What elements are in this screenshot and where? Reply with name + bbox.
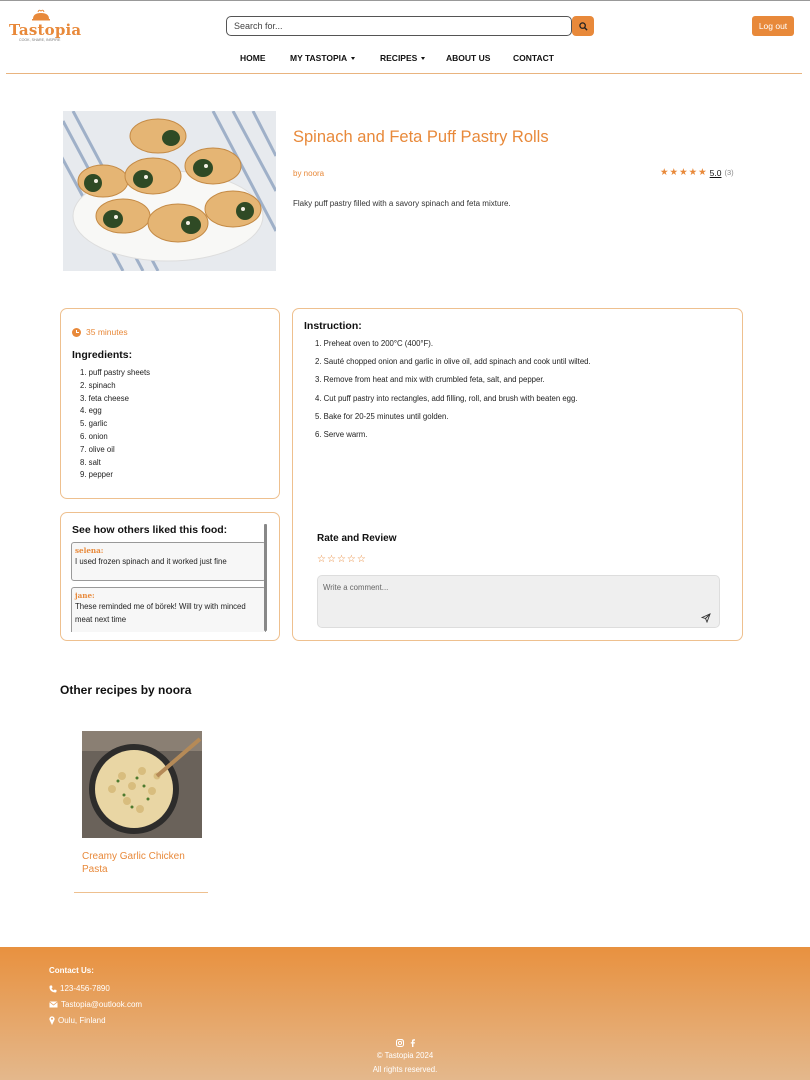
reviews-list[interactable]: selena: I used frozen spinach and it wor…: [71, 542, 268, 632]
rating-value-link[interactable]: 5.0: [710, 168, 722, 178]
ingredient-item: 6. onion: [80, 431, 108, 441]
nav-divider: [6, 73, 802, 74]
rate-review-heading: Rate and Review: [317, 533, 397, 544]
ingredient-item: 5. garlic: [80, 419, 108, 429]
star-icon: ★: [698, 167, 707, 178]
ingredient-item: 7. olive oil: [80, 444, 115, 454]
contact-phone-text: 123-456-7890: [60, 984, 110, 993]
ingredients-list: 1. puff pastry sheets 2. spinach 3. feta…: [80, 367, 150, 482]
reviews-card: See how others liked this food: selena: …: [60, 512, 280, 641]
instruction-step: 3. Remove from heat and mix with crumble…: [315, 375, 545, 385]
site-logo[interactable]: Tastopia COOK, SHARE, INSPIRE: [9, 9, 81, 43]
nav-my-tastopia[interactable]: MY TASTOPIA: [290, 53, 356, 63]
star-icon: ★: [660, 167, 669, 178]
reviews-heading: See how others liked this food:: [72, 524, 228, 536]
logo-text: Tastopia: [9, 21, 82, 39]
contact-location: Oulu, Finland: [49, 1016, 106, 1025]
phone-icon: [49, 985, 57, 992]
nav-home[interactable]: HOME: [240, 53, 266, 63]
instagram-icon[interactable]: [396, 1039, 404, 1047]
recipe-card[interactable]: Creamy Garlic Chicken Pasta: [74, 719, 208, 893]
review-text: These reminded me of börek! Will try wit…: [75, 602, 246, 624]
cook-time: 35 minutes: [72, 327, 128, 337]
instruction-step: 6. Serve warm.: [315, 429, 368, 439]
main-nav: HOME MY TASTOPIA RECIPES ABOUT US CONTAC…: [0, 53, 810, 65]
copyright: © Tastopia 2024: [376, 1051, 434, 1060]
reviews-scrollbar[interactable]: [264, 524, 267, 631]
other-recipes-heading: Other recipes by noora: [60, 683, 192, 697]
star-outline-icon[interactable]: ☆: [327, 554, 336, 565]
nav-about[interactable]: ABOUT US: [446, 53, 490, 63]
nav-recipes[interactable]: RECIPES: [380, 53, 426, 63]
star-icon: ★: [688, 167, 698, 178]
contact-email-text: Tastopia@outlook.com: [61, 1000, 143, 1009]
contact-email: Tastopia@outlook.com: [49, 1000, 142, 1009]
recipe-description: Flaky puff pastry filled with a savory s…: [293, 199, 511, 208]
map-pin-icon: [49, 1016, 55, 1025]
comment-input[interactable]: [317, 575, 720, 628]
ingredient-item: 1. puff pastry sheets: [80, 368, 151, 377]
ingredients-heading: Ingredients:: [72, 349, 133, 361]
social-links: [396, 1039, 416, 1047]
send-icon[interactable]: [701, 613, 711, 623]
ingredient-item: 8. salt: [80, 457, 101, 467]
instruction-step: 2. Sauté chopped onion and garlic in oli…: [315, 357, 591, 367]
cook-time-value: 35 minutes: [86, 327, 128, 337]
recipe-card-title[interactable]: Creamy Garlic Chicken Pasta: [82, 851, 202, 876]
star-outline-icon[interactable]: ☆: [357, 554, 366, 565]
facebook-icon[interactable]: [410, 1039, 416, 1047]
footer: Contact Us: 123-456-7890 Tastopia@outloo…: [0, 947, 810, 1080]
nav-my-tastopia-label: MY TASTOPIA: [290, 53, 348, 63]
rating-count: (3): [724, 168, 734, 177]
review-item: selena: I used frozen spinach and it wor…: [71, 542, 266, 581]
caret-down-icon: [351, 57, 356, 61]
ingredient-item: 2. spinach: [80, 380, 116, 390]
review-item: jane: These reminded me of börek! Will t…: [71, 587, 266, 632]
star-icon: ★: [669, 167, 679, 178]
rating-input: ☆ ☆ ☆ ☆ ☆: [317, 554, 367, 565]
recipe-thumbnail: [82, 731, 202, 838]
instruction-heading: Instruction:: [304, 320, 362, 332]
instruction-card: Instruction: 1. Preheat oven to 200°C (4…: [292, 308, 743, 641]
star-outline-icon[interactable]: ☆: [317, 554, 326, 565]
clock-icon: [72, 327, 81, 337]
search-button[interactable]: [572, 16, 594, 36]
contact-location-text: Oulu, Finland: [58, 1016, 106, 1025]
star-outline-icon[interactable]: ☆: [347, 554, 356, 565]
nav-recipes-label: RECIPES: [380, 53, 418, 63]
nav-contact[interactable]: CONTACT: [513, 53, 554, 63]
envelope-icon: [49, 1001, 58, 1008]
caret-down-icon: [421, 57, 426, 61]
instruction-step: 4. Cut puff pastry into rectangles, add …: [315, 393, 578, 403]
contact-phone: 123-456-7890: [49, 984, 110, 993]
recipe-image: [63, 111, 276, 271]
ingredient-item: 4. egg: [80, 406, 102, 416]
chef-hat-icon: [32, 9, 50, 21]
contact-heading: Contact Us:: [49, 966, 94, 975]
review-author: selena:: [75, 546, 104, 555]
rating-summary: ★ ★ ★ ★ ★ 5.0 (3): [660, 167, 734, 178]
ingredient-item: 3. feta cheese: [80, 393, 129, 403]
recipe-author-link[interactable]: by noora: [293, 169, 324, 178]
star-icon: ★: [679, 167, 688, 178]
review-author: jane:: [75, 591, 95, 600]
search-input[interactable]: [226, 16, 572, 36]
ingredient-item: 9. pepper: [80, 470, 113, 480]
top-border: [0, 0, 810, 1]
instruction-step: 5. Bake for 20-25 minutes until golden.: [315, 411, 449, 421]
logout-button[interactable]: Log out: [752, 16, 794, 36]
instruction-list: 1. Preheat oven to 200°C (400°F). 2. Sau…: [315, 338, 591, 447]
instruction-step: 1. Preheat oven to 200°C (400°F).: [315, 339, 434, 348]
review-text: I used frozen spinach and it worked just…: [75, 557, 227, 566]
recipe-title: Spinach and Feta Puff Pastry Rolls: [293, 128, 549, 146]
logo-tagline: COOK, SHARE, INSPIRE: [19, 38, 61, 42]
star-outline-icon[interactable]: ☆: [337, 554, 346, 565]
search-icon: [578, 21, 588, 31]
rights-text: All rights reserved.: [372, 1065, 438, 1074]
ingredients-card: 35 minutes Ingredients: 1. puff pastry s…: [60, 308, 280, 499]
